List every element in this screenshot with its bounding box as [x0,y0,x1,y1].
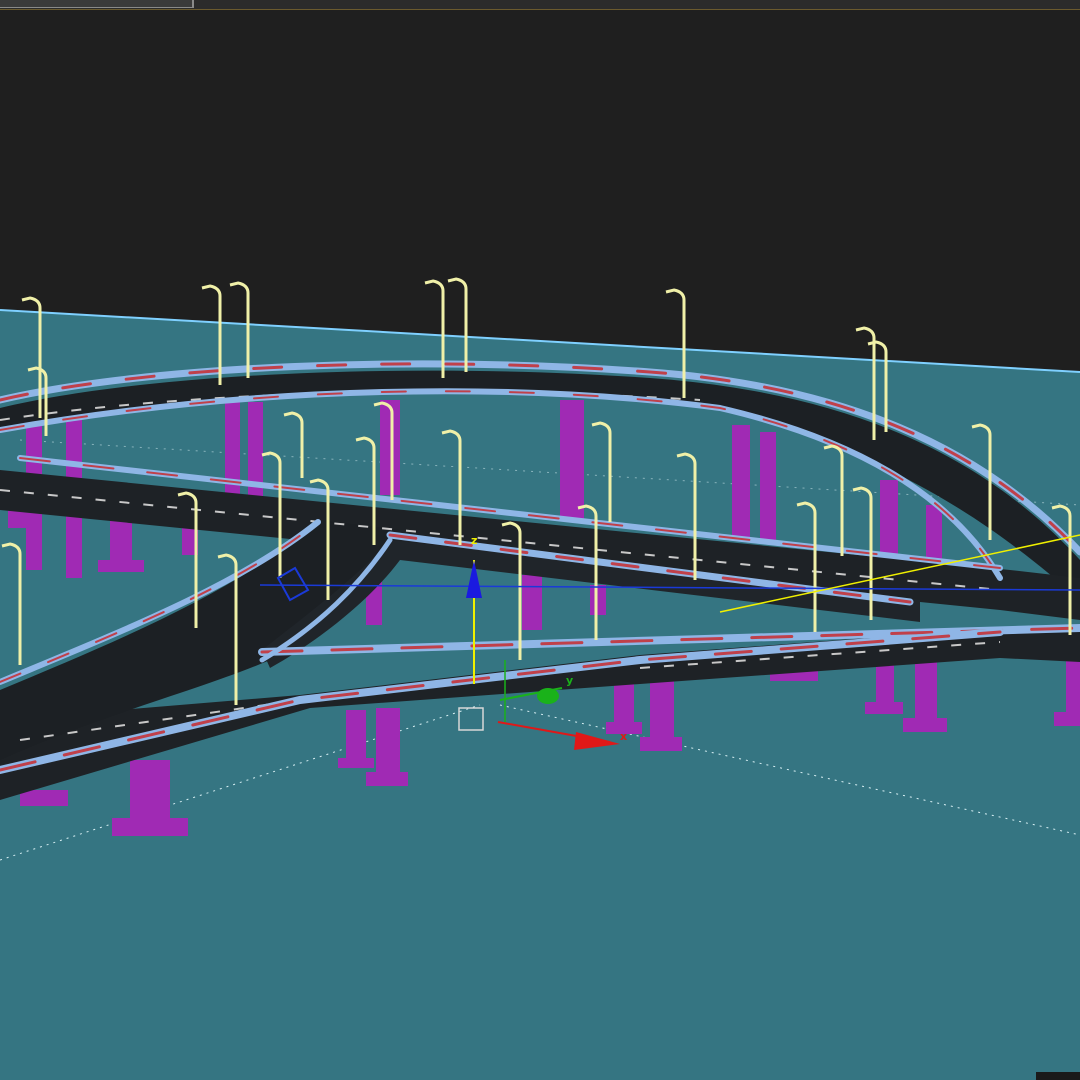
pier [732,425,750,537]
pier [926,505,942,560]
pier [338,758,374,768]
pier [760,432,776,540]
pier [380,400,400,495]
pier [865,702,903,714]
pier [366,772,408,786]
3d-viewport[interactable]: z y x [0,0,1080,1080]
pier [130,760,170,828]
gizmo-axis-y-label: y [566,674,573,687]
pier [522,575,542,630]
pier [1066,660,1080,720]
interchange-scene[interactable]: z y x [0,0,1080,1080]
pier [560,400,584,520]
pier [640,737,682,751]
gizmo-axis-x-label: x [620,730,627,743]
pier [903,718,947,732]
viewport-corner [1036,1072,1080,1080]
pier [376,708,400,778]
pier [650,680,674,742]
gizmo-axis-y-arrow[interactable] [537,688,559,704]
pier [20,790,68,806]
pier [346,710,366,765]
pier [880,480,898,555]
pier [1054,712,1080,726]
pier [915,660,937,725]
gizmo-axis-z-label: z [471,534,477,547]
pier [590,585,606,615]
pier [112,818,188,836]
pier [98,560,144,572]
